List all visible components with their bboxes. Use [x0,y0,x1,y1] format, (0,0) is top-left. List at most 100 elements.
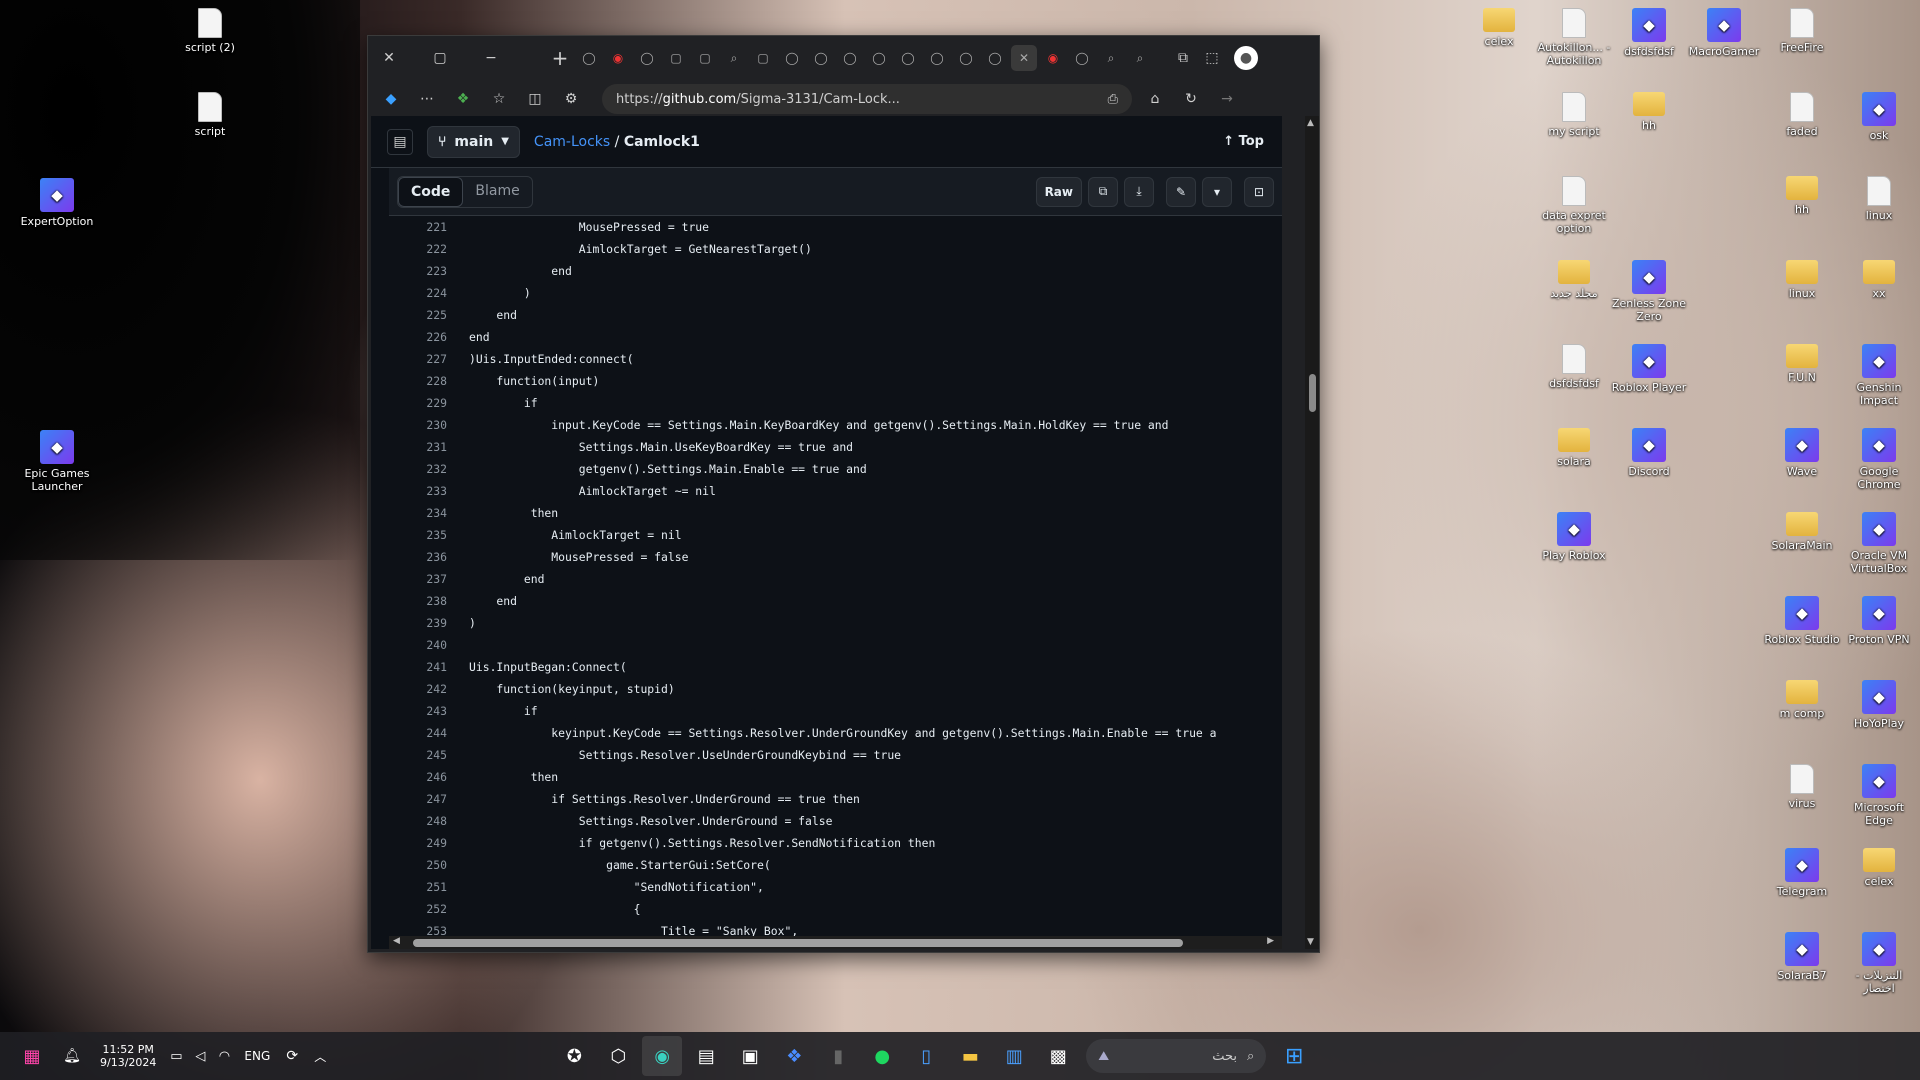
search-tab-icon[interactable]: ⌕ [721,45,747,71]
tray-app-icon[interactable]: ▯ [906,1036,946,1076]
more-icon[interactable]: ⋯ [414,86,440,112]
line-number[interactable]: 224 [389,282,449,304]
search-tab-icon[interactable]: ⌕ [1127,45,1153,71]
copilot-icon[interactable]: ◆ [378,86,404,112]
line-number[interactable]: 246 [389,766,449,788]
desktop-icon-epic-games-launcher[interactable]: ◆ Epic Games Launcher [14,430,100,493]
github-tab-icon[interactable]: ◯ [1069,45,1095,71]
line-number[interactable]: 236 [389,546,449,568]
desktop-icon-proton-vpn[interactable]: ◆ Proton VPN [1840,596,1918,646]
desktop-icon-f-u-n[interactable]: F.U.N [1763,344,1841,384]
desktop-icon-expertoption[interactable]: ◆ ExpertOption [14,178,100,228]
desktop-icon-hh[interactable]: hh [1610,92,1688,132]
favorites-icon[interactable]: ☆ [486,86,512,112]
clock[interactable]: 11:52 PM 9/13/2024 [100,1043,156,1069]
start-icon[interactable]: ⊞ [1274,1036,1314,1076]
desktop-icon-freefire[interactable]: FreeFire [1763,8,1841,54]
github-tab-icon[interactable]: ◯ [953,45,979,71]
github-tab-icon[interactable]: ◯ [634,45,660,71]
line-number[interactable]: 221 [389,216,449,238]
edit-dropdown-icon[interactable]: ▾ [1202,176,1232,207]
close-window-icon[interactable]: ✕ [376,45,402,71]
chevron-up-icon[interactable]: ︿ [306,1036,334,1076]
desktop-icon-roblox-player[interactable]: ◆ Roblox Player [1610,344,1688,394]
line-number[interactable]: 250 [389,854,449,876]
url-field[interactable]: https://github.com/Sigma-3131/Cam-Lock..… [602,84,1132,114]
extensions-icon[interactable]: ⚙ [558,86,584,112]
desktop-icon-roblox-studio[interactable]: ◆ Roblox Studio [1763,596,1841,646]
widgets-icon[interactable]: ▦ [12,1036,52,1076]
file-explorer-icon[interactable]: ▬ [950,1036,990,1076]
desktop-icon-item[interactable]: ◆ التنزيلات - اختصار [1840,932,1918,995]
forward-icon[interactable]: → [1214,86,1240,112]
desktop-icon-script[interactable]: script [167,92,253,138]
tab-blame[interactable]: Blame [463,177,531,207]
line-number[interactable]: 238 [389,590,449,612]
github-tab-icon[interactable]: ◯ [982,45,1008,71]
line-number[interactable]: 243 [389,700,449,722]
desktop-icon-linux[interactable]: linux [1763,260,1841,300]
top-button[interactable]: ↑ Top [1223,134,1264,149]
document-tab-icon[interactable]: ▢ [663,45,689,71]
tab-actions-icon[interactable]: ▢ [427,45,453,71]
window-app-icon[interactable]: ▩ [1038,1036,1078,1076]
symbols-panel-icon[interactable]: ⊡ [1244,176,1274,207]
desktop-icon-dsfdsfdsf[interactable]: ◆ dsfdsfdsf [1610,8,1688,58]
copy-icon[interactable]: ⧉ [1088,176,1118,207]
line-number[interactable]: 245 [389,744,449,766]
extension-icon[interactable]: ❖ [450,86,476,112]
desktop-icon-solara[interactable]: solara [1535,428,1613,468]
line-number[interactable]: 242 [389,678,449,700]
code-view[interactable]: 221 MousePressed = true 222 AimlockTarget… [389,216,1282,936]
home-icon[interactable]: ⌂ [1142,86,1168,112]
document-tab-icon[interactable]: ▢ [692,45,718,71]
desktop-icon-script-2[interactable]: script (2) [167,8,253,54]
scroll-down-icon[interactable]: ▼ [1307,937,1314,947]
line-number[interactable]: 226 [389,326,449,348]
scroll-up-icon[interactable]: ▲ [1307,118,1314,128]
line-number[interactable]: 235 [389,524,449,546]
github-tab-icon[interactable]: ◯ [808,45,834,71]
line-number[interactable]: 225 [389,304,449,326]
horizontal-scrollbar[interactable]: ◀ ▶ [389,936,1282,949]
desktop-icon-hoyoplay[interactable]: ◆ HoYoPlay [1840,680,1918,730]
desktop-icon-xx[interactable]: xx [1840,260,1918,300]
mouse-app-icon[interactable]: ▮ [818,1036,858,1076]
desktop-icon-my-script[interactable]: my script [1535,92,1613,138]
vertical-scroll-thumb[interactable] [1309,374,1316,412]
line-number[interactable]: 231 [389,436,449,458]
desktop-icon-item[interactable]: مجلد جديد [1535,260,1613,300]
new-tab-icon[interactable]: + [547,45,573,71]
spotify-icon[interactable]: ● [862,1036,902,1076]
taskbar-search[interactable]: ⛰ بحث ⌕ [1086,1039,1267,1073]
line-number[interactable]: 239 [389,612,449,634]
desktop-icon-dsfdsfdsf[interactable]: dsfdsfdsf [1535,344,1613,390]
desktop-icon-genshin-impact[interactable]: ◆ Genshin Impact [1840,344,1918,407]
desktop-icon-oracle-vm-virtualbox[interactable]: ◆ Oracle VM VirtualBox [1840,512,1918,575]
branch-selector[interactable]: ⑂ main ▼ [427,125,520,158]
desktop-icon-hh[interactable]: hh [1763,176,1841,216]
line-number[interactable]: 247 [389,788,449,810]
store-icon[interactable]: ▣ [730,1036,770,1076]
line-number[interactable]: 241 [389,656,449,678]
github-tab-icon[interactable]: ◯ [895,45,921,71]
desktop-icon-zenless-zone-zero[interactable]: ◆ Zenless Zone Zero [1610,260,1688,323]
split-screen-icon[interactable]: ◫ [522,86,548,112]
desktop-icon-faded[interactable]: faded [1763,92,1841,138]
raw-button[interactable]: Raw [1035,176,1082,207]
desktop-icon-macrogamer[interactable]: ◆ MacroGamer [1685,8,1763,58]
notification-bell-icon[interactable]: 🔔︎ [52,1036,92,1076]
dropbox-icon[interactable]: ❖ [774,1036,814,1076]
github-tab-icon[interactable]: ◯ [779,45,805,71]
line-number[interactable]: 251 [389,876,449,898]
horizontal-scroll-thumb[interactable] [413,939,1183,947]
line-number[interactable]: 234 [389,502,449,524]
github-tab-icon[interactable]: ◯ [866,45,892,71]
line-number[interactable]: 230 [389,414,449,436]
desktop-icon-play-roblox[interactable]: ◆ Play Roblox [1535,512,1613,562]
github-tab-icon[interactable]: ◯ [837,45,863,71]
line-number[interactable]: 252 [389,898,449,920]
desktop-icon-m-comp[interactable]: m comp [1763,680,1841,720]
desktop-icon-google-chrome[interactable]: ◆ Google Chrome [1840,428,1918,491]
line-number[interactable]: 223 [389,260,449,282]
